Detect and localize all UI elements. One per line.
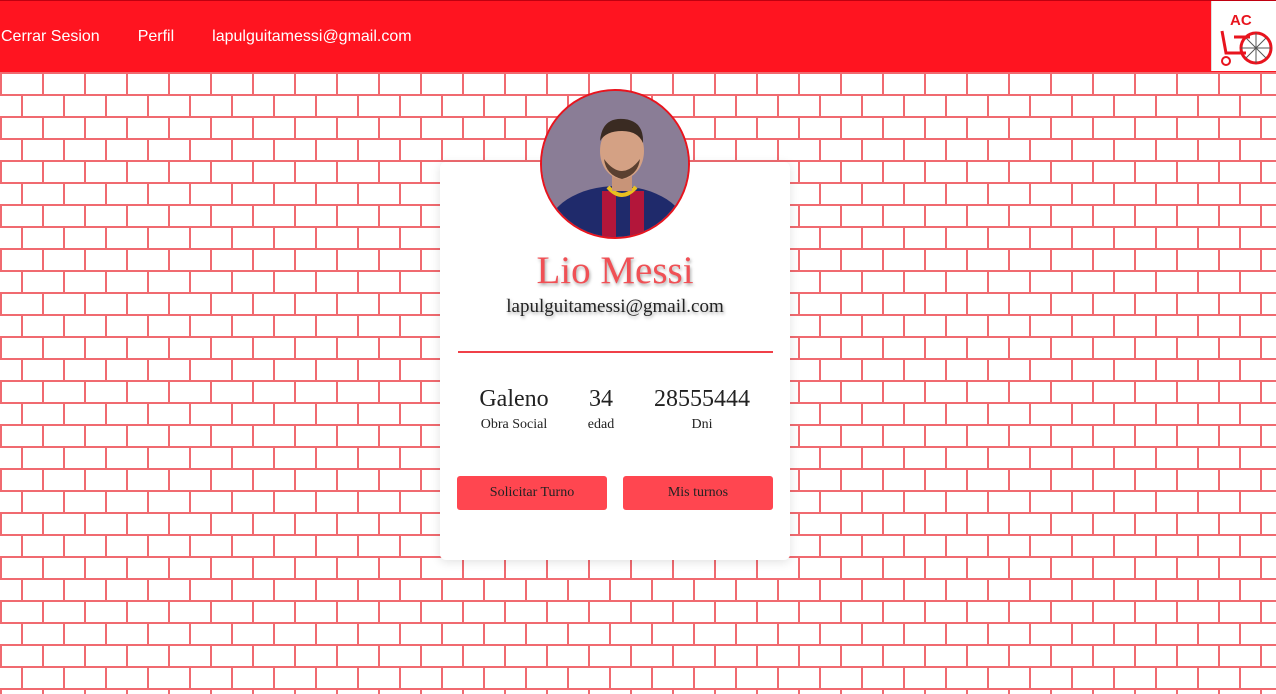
profile-email: lapulguitamessi@gmail.com (506, 296, 724, 317)
stat-label: edad (587, 417, 615, 432)
avatar (540, 89, 690, 239)
stat-obra-social: Galeno Obra Social (474, 384, 554, 436)
stat-value: 34 (589, 386, 613, 412)
stat-value: 28555444 (654, 386, 750, 412)
navbar: Cerrar Sesion Perfil lapulguitamessi@gma… (0, 0, 1276, 72)
user-email-link[interactable]: lapulguitamessi@gmail.com (212, 28, 411, 46)
stat-label: Obra Social (480, 417, 548, 432)
divider (458, 351, 773, 353)
stat-label: Dni (691, 417, 713, 432)
my-turns-button[interactable]: Mis turnos (623, 476, 773, 510)
profile-name: Lio Messi (536, 249, 694, 292)
logout-link[interactable]: Cerrar Sesion (1, 28, 100, 46)
logo-text: AC (1230, 12, 1252, 29)
stat-value: Galeno (479, 386, 549, 412)
profile-link[interactable]: Perfil (138, 28, 174, 46)
request-turn-button[interactable]: Solicitar Turno (457, 476, 607, 510)
stat-dni: 28555444 Dni (646, 384, 758, 436)
logo[interactable]: AC (1211, 1, 1276, 71)
stat-edad: 34 edad (580, 384, 622, 436)
